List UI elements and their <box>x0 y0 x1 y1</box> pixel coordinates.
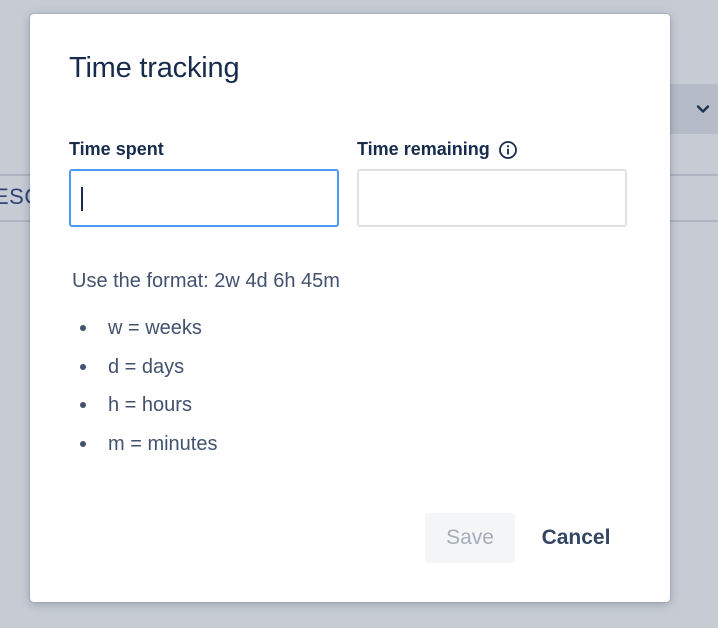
time-remaining-input[interactable] <box>357 169 627 227</box>
time-remaining-label-text: Time remaining <box>357 139 490 159</box>
unit-label: w = weeks <box>108 317 202 339</box>
unit-label: h = hours <box>108 394 192 416</box>
unit-label: d = days <box>108 355 185 378</box>
info-icon[interactable] <box>498 140 518 160</box>
time-spent-label-text: Time spent <box>69 139 164 159</box>
bullet-icon <box>80 402 86 408</box>
save-button[interactable]: Save <box>425 513 515 563</box>
list-item: m = minutes <box>72 430 217 469</box>
list-item: d = days <box>72 353 217 392</box>
text-caret <box>81 187 83 211</box>
time-spent-label: Time spent <box>69 139 164 160</box>
bullet-icon <box>80 325 86 331</box>
bullet-icon <box>80 440 86 447</box>
cancel-button[interactable]: Cancel <box>528 513 624 563</box>
list-item: w = weeks <box>72 314 217 353</box>
bullet-icon <box>80 363 86 370</box>
dialog-title: Time tracking <box>69 52 240 84</box>
list-item: h = hours <box>72 391 217 430</box>
time-tracking-dialog: Time tracking Time spent Time remaining … <box>30 14 670 602</box>
time-spent-input[interactable] <box>69 169 339 227</box>
unit-label: m = minutes <box>108 432 218 455</box>
format-hint: Use the format: 2w 4d 6h 45m <box>72 270 340 292</box>
time-remaining-label: Time remaining <box>357 139 518 160</box>
unit-list: w = weeks d = days h = hours m = minutes <box>72 314 217 468</box>
